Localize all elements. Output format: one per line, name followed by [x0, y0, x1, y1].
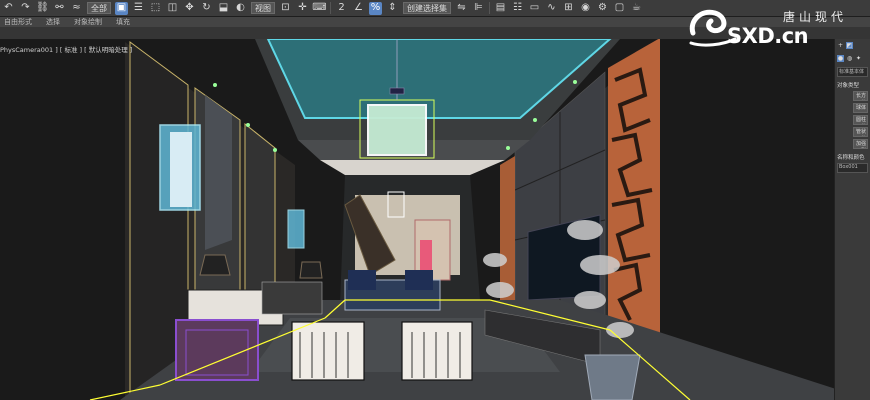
unlink-icon[interactable]: ⚯	[53, 2, 66, 15]
toggle-ribbon-icon[interactable]: ▭	[528, 2, 541, 15]
keyboard-shortcut-icon[interactable]: ⌨	[312, 2, 326, 15]
box-button[interactable]: 长方体	[853, 91, 868, 101]
move-icon[interactable]: ✥	[183, 2, 196, 15]
name-color-rollout[interactable]: 名称和颜色	[837, 153, 868, 161]
logo-chinese-text: 唐山现代	[783, 10, 848, 24]
toolbar-divider	[489, 2, 490, 14]
render-icon[interactable]: ☕	[630, 2, 643, 15]
rect-region-icon[interactable]: ⬚	[149, 2, 162, 15]
curve-editor-icon[interactable]: ∿	[545, 2, 558, 15]
select-by-name-icon[interactable]: ☰	[132, 2, 145, 15]
shapes-icon[interactable]: ◍	[846, 55, 853, 62]
scene-explorer-icon[interactable]: ▤	[494, 2, 507, 15]
material-editor-icon[interactable]: ◉	[579, 2, 592, 15]
pivot-center-icon[interactable]: ⊡	[279, 2, 292, 15]
tube-button[interactable]: 管状体	[853, 127, 868, 137]
object-category-dropdown[interactable]: 标准基本体	[837, 67, 868, 77]
scale-icon[interactable]: ⬓	[217, 2, 230, 15]
sphere-button[interactable]: 球体	[853, 103, 868, 113]
render-setup-icon[interactable]: ⚙	[596, 2, 609, 15]
logo-latin-text: SXD.cn	[727, 24, 809, 48]
snap-toggle-icon[interactable]: 2	[335, 2, 348, 15]
lights-icon[interactable]: ✦	[855, 55, 862, 62]
ribbon-tab[interactable]: 自由形式	[4, 17, 32, 27]
geometry-icon[interactable]: ●	[837, 55, 844, 62]
window-crossing-icon[interactable]: ◫	[166, 2, 179, 15]
ribbon-tab[interactable]: 对象绘制	[74, 17, 102, 27]
scene-render	[0, 39, 834, 400]
layer-explorer-icon[interactable]: ☷	[511, 2, 524, 15]
bind-spacewarp-icon[interactable]: ≈	[70, 2, 83, 15]
ribbon-tab[interactable]: 选择	[46, 17, 60, 27]
cylinder-button[interactable]: 圆柱体	[853, 115, 868, 125]
select-object-icon[interactable]: ▣	[115, 1, 128, 15]
percent-snap-icon[interactable]: %	[369, 1, 382, 15]
angle-snap-icon[interactable]: ∠	[352, 2, 365, 15]
spinner-snap-icon[interactable]: ⇕	[386, 2, 399, 15]
undo-icon[interactable]: ↶	[2, 2, 15, 15]
ribbon-tab[interactable]: 填充	[116, 17, 130, 27]
placement-icon[interactable]: ◐	[234, 2, 247, 15]
link-icon[interactable]: ⛓	[36, 2, 49, 15]
selection-filter-dropdown[interactable]: 全部	[87, 2, 111, 14]
object-type-rollout[interactable]: 对象类型	[837, 81, 868, 89]
rotate-icon[interactable]: ↻	[200, 2, 213, 15]
mirror-icon[interactable]: ⇋	[455, 2, 468, 15]
schematic-view-icon[interactable]: ⊞	[562, 2, 575, 15]
named-selection-dropdown[interactable]: 创建选择集	[403, 2, 451, 14]
object-name-field[interactable]: Box001	[837, 163, 868, 173]
create-category-row: ● ◍ ✦	[835, 52, 870, 65]
align-icon[interactable]: ⊫	[472, 2, 485, 15]
viewport-label[interactable]: PhysCamera001 ] [ 标准 ] [ 默认明暗处理 ]	[0, 44, 132, 54]
command-panel: + ◩ ● ◍ ✦ 标准基本体 对象类型 长方体 球体 圆柱体 管状体 加强型 …	[834, 39, 870, 400]
watermark-logo: 唐山现代 SXD.cn	[683, 3, 870, 49]
toolbar-divider	[330, 2, 331, 14]
select-manipulate-icon[interactable]: ✛	[296, 2, 309, 15]
render-frame-icon[interactable]: ▢	[613, 2, 626, 15]
extended-button[interactable]: 加强型	[853, 139, 868, 149]
camera-viewport[interactable]: PhysCamera001 ] [ 标准 ] [ 默认明暗处理 ]	[0, 39, 834, 400]
reference-coordinate-dropdown[interactable]: 视图	[251, 2, 275, 14]
redo-icon[interactable]: ↷	[19, 2, 32, 15]
